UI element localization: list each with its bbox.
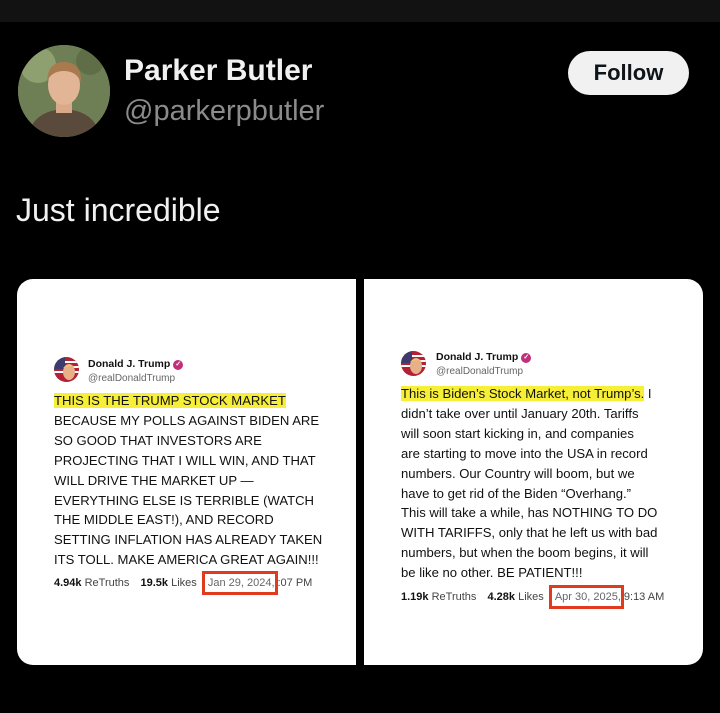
truth-body: This is Biden’s Stock Market, not Trump’…: [401, 384, 657, 583]
body-line: This will take a while, has NOTHING TO D…: [401, 505, 658, 521]
right-truth-image[interactable]: Donald J. Trump ✓ @realDonaldTrump This i…: [364, 279, 703, 665]
body-line: have to get rid of the Biden “Overhang.”: [401, 485, 632, 501]
truth-stats: 4.94k ReTruths 19.5k Likes Jan 29, 2024,…: [54, 571, 312, 595]
likes-count: 4.28k: [487, 591, 516, 603]
highlighted-text: This is Biden’s Stock Market, not Trump’…: [401, 386, 645, 401]
verified-check-icon: ✓: [521, 353, 532, 363]
likes-count: 19.5k: [140, 577, 169, 589]
likes-label: Likes: [171, 577, 197, 589]
truth-date: Jan 29, 2024,: [207, 577, 275, 589]
truth-date: Apr 30, 2025,: [554, 591, 621, 603]
truth-author-handle: @realDonaldTrump: [436, 366, 524, 377]
highlighted-text: THIS IS THE TRUMP STOCK MARKET: [54, 393, 286, 408]
avatar[interactable]: [18, 45, 110, 137]
retruths-label: ReTruths: [431, 591, 477, 603]
body-line: numbers. Our Country will boom, but we: [401, 465, 635, 481]
author-name[interactable]: Parker Butler: [124, 54, 312, 88]
verified-check-icon: ✓: [173, 360, 184, 370]
truth-author-name: Donald J. Trump ✓: [436, 351, 532, 363]
author-handle[interactable]: @parkerpbutler: [124, 95, 324, 128]
truth-time: :07 PM: [277, 577, 313, 589]
truth-author-name: Donald J. Trump ✓: [88, 358, 184, 370]
left-truth-image[interactable]: Donald J. Trump ✓ @realDonaldTrump THIS I…: [17, 279, 356, 665]
body-line: ITS TOLL. MAKE AMERICA GREAT AGAIN!!!: [54, 552, 319, 568]
trump-avatar: [401, 351, 426, 376]
truth-author-handle: @realDonaldTrump: [88, 373, 176, 384]
body-line: will soon start kicking in, and companie…: [401, 425, 634, 441]
body-line: SETTING INFLATION HAS ALREADY TAKEN: [54, 532, 323, 548]
trump-avatar: [54, 357, 79, 382]
body-line: THE MIDDLE EAST!), AND RECORD: [54, 512, 274, 528]
body-line: EVERYTHING ELSE IS TERRIBLE (WATCH: [54, 492, 314, 508]
body-line: WILL DRIVE THE MARKET UP —: [54, 472, 254, 488]
truth-stats: 1.19k ReTruths 4.28k Likes Apr 30, 2025,…: [401, 585, 664, 609]
post-text: Just incredible: [16, 192, 221, 228]
date-highlight-box: Apr 30, 2025,: [548, 585, 624, 609]
body-line: didn’t take over until January 20th. Tar…: [401, 405, 639, 421]
body-line: PROJECTING THAT I WILL WIN, AND THAT: [54, 452, 316, 468]
body-line: WITH TARIFFS, only that he left us with …: [401, 525, 658, 541]
retruths-label: ReTruths: [84, 577, 130, 589]
body-line: be like no other. BE PATIENT!!!: [401, 565, 583, 581]
retruths-count: 4.94k: [54, 577, 82, 589]
body-line: numbers, but when the boom begins, it wi…: [401, 545, 649, 561]
body-line: I: [644, 386, 652, 401]
truth-time: 9:13 AM: [623, 591, 665, 603]
date-highlight-box: Jan 29, 2024,: [201, 571, 278, 595]
body-line: are starting to move into the USA in rec…: [401, 445, 648, 461]
retruths-count: 1.19k: [401, 591, 429, 603]
likes-label: Likes: [518, 591, 544, 603]
body-line: BECAUSE MY POLLS AGAINST BIDEN ARE: [54, 412, 320, 428]
truth-body: THIS IS THE TRUMP STOCK MARKET BECAUSE M…: [54, 391, 322, 570]
top-bar: [0, 0, 720, 22]
follow-button[interactable]: Follow: [568, 51, 689, 95]
body-line: SO GOOD THAT INVESTORS ARE: [54, 432, 262, 448]
